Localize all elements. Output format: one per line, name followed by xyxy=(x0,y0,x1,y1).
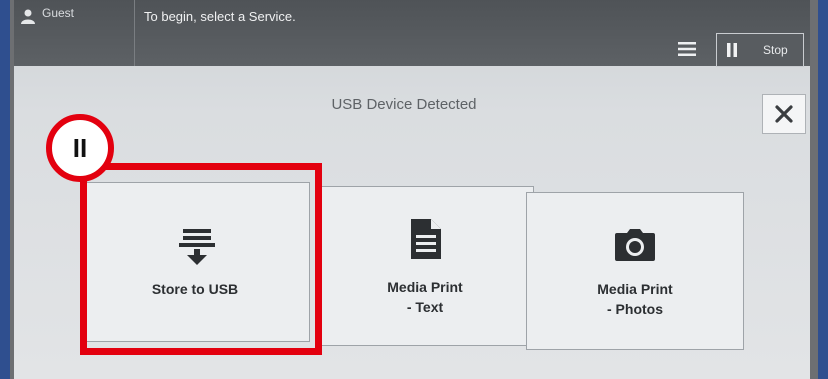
user-icon xyxy=(21,9,35,24)
pause-icon xyxy=(727,43,737,57)
menu-icon[interactable] xyxy=(678,42,696,56)
media-print-photos-label: Media Print - Photos xyxy=(597,281,673,317)
step-highlight-box xyxy=(80,163,322,355)
step-number-badge: II xyxy=(46,114,114,182)
close-icon xyxy=(775,105,793,123)
dialog-title: USB Device Detected xyxy=(331,96,477,113)
camera-icon xyxy=(615,229,655,261)
status-bar: Guest To begin, select a Service. Stop xyxy=(14,0,810,67)
instruction-text: To begin, select a Service. xyxy=(144,9,296,24)
document-icon xyxy=(411,219,441,259)
stop-button[interactable]: Stop xyxy=(716,33,804,67)
media-print-photos-tile[interactable]: Media Print - Photos xyxy=(526,192,744,350)
media-print-text-tile[interactable]: Media Print - Text xyxy=(316,186,534,346)
user-login-button[interactable]: Guest xyxy=(14,0,135,66)
stop-label: Stop xyxy=(763,43,788,57)
user-name: Guest xyxy=(42,6,75,20)
close-button[interactable] xyxy=(762,94,806,134)
media-print-text-label: Media Print - Text xyxy=(387,279,463,315)
